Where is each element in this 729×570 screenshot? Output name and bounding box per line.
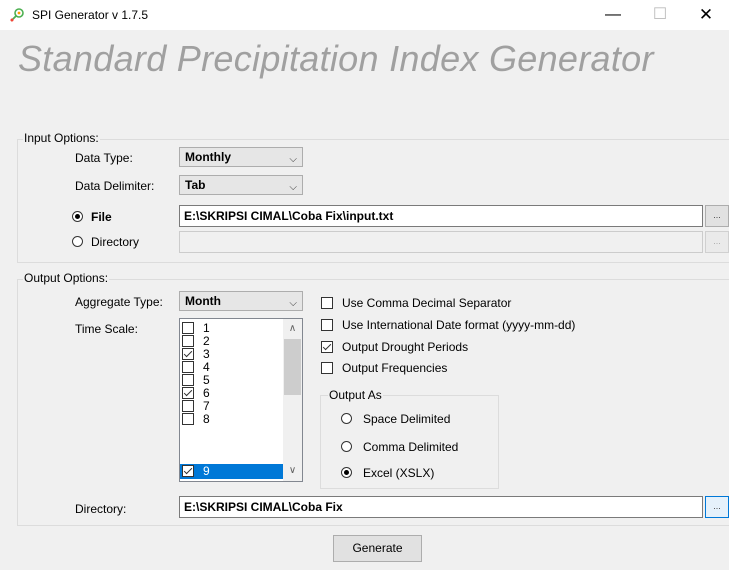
minimize-button[interactable]: — [590,0,636,30]
time-scale-value: 9 [203,464,210,478]
list-item[interactable]: 7 [180,400,285,412]
input-directory-path-field[interactable] [179,231,703,253]
time-scale-checkbox[interactable] [182,465,194,477]
close-button[interactable]: ✕ [683,0,729,30]
frequencies-checkbox[interactable] [321,362,333,374]
scroll-up-icon[interactable]: ∧ [283,320,302,338]
directory-browse-button[interactable]: ... [705,231,729,253]
list-item[interactable]: 2 [180,335,285,347]
time-scale-value: 6 [203,386,210,400]
app-banner-title: Standard Precipitation Index Generator [18,38,654,79]
aggregate-type-label: Aggregate Type: [75,295,163,309]
list-item-selected[interactable]: 9 [180,464,285,479]
aggregate-type-select[interactable]: Month ⌵ [179,291,303,311]
file-radio-label: File [91,210,112,224]
input-options-title: Input Options: [23,131,100,145]
time-scale-checkbox[interactable] [182,361,194,373]
time-scale-checkbox[interactable] [182,374,194,386]
list-item[interactable]: 3 [180,348,285,360]
scroll-thumb[interactable] [284,339,301,395]
output-options-title: Output Options: [23,271,110,285]
chevron-down-icon: ⌵ [289,298,297,309]
file-browse-button[interactable]: ... [705,205,729,227]
list-item[interactable]: 5 [180,374,285,386]
chevron-down-icon: ⌵ [289,182,297,193]
time-scale-value: 2 [203,334,210,348]
intl-date-checkbox[interactable] [321,319,333,331]
time-scale-value: 8 [203,412,210,426]
spi-app-icon [10,8,24,22]
data-type-select[interactable]: Monthly ⌵ [179,147,303,167]
aggregate-type-value: Month [185,294,221,308]
space-delimited-radio[interactable] [341,413,352,424]
time-scale-checkbox[interactable] [182,387,194,399]
list-item[interactable]: 6 [180,387,285,399]
comma-delimited-label: Comma Delimited [363,440,459,454]
drought-periods-checkbox[interactable] [321,341,333,353]
intl-date-label: Use International Date format (yyyy-mm-d… [342,318,576,332]
drought-periods-label: Output Drought Periods [342,340,469,354]
comma-delimited-radio[interactable] [341,441,352,452]
output-directory-browse-button[interactable]: ... [705,496,729,518]
frequencies-label: Output Frequencies [342,361,448,375]
space-delimited-label: Space Delimited [363,412,451,426]
file-radio[interactable] [72,211,83,222]
scroll-down-icon[interactable]: ∨ [283,462,302,480]
directory-radio-label: Directory [91,235,140,249]
excel-radio[interactable] [341,467,352,478]
window-title: SPI Generator v 1.7.5 [32,8,149,22]
time-scale-label: Time Scale: [75,322,138,336]
data-delimiter-label: Data Delimiter: [75,179,155,193]
excel-label: Excel (XSLX) [363,466,435,480]
output-as-title: Output As [328,388,383,402]
time-scale-value: 3 [203,347,210,361]
data-delimiter-value: Tab [185,178,206,192]
time-scale-checkbox[interactable] [182,400,194,412]
maximize-button[interactable]: ☐ [637,0,683,30]
time-scale-value: 7 [203,399,210,413]
directory-radio[interactable] [72,236,83,247]
generate-button[interactable]: Generate [333,535,422,562]
time-scale-value: 1 [203,321,210,335]
comma-decimal-checkbox[interactable] [321,297,333,309]
time-scale-checkbox[interactable] [182,413,194,425]
data-delimiter-select[interactable]: Tab ⌵ [179,175,303,195]
time-scale-checkbox[interactable] [182,348,194,360]
list-item[interactable]: 1 [180,322,285,334]
output-directory-label: Directory: [75,502,127,516]
time-scale-checkbox[interactable] [182,335,194,347]
output-directory-path-field[interactable]: E:\SKRIPSI CIMAL\Coba Fix [179,496,703,518]
time-scale-checkbox[interactable] [182,322,194,334]
input-file-path-field[interactable]: E:\SKRIPSI CIMAL\Coba Fix\input.txt [179,205,703,227]
list-item[interactable]: 8 [180,413,285,425]
time-scale-value: 5 [203,373,210,387]
list-item[interactable]: 4 [180,361,285,373]
time-scale-value: 4 [203,360,210,374]
chevron-down-icon: ⌵ [289,154,297,165]
data-type-value: Monthly [185,150,231,164]
comma-decimal-label: Use Comma Decimal Separator [342,296,512,310]
data-type-label: Data Type: [75,151,133,165]
